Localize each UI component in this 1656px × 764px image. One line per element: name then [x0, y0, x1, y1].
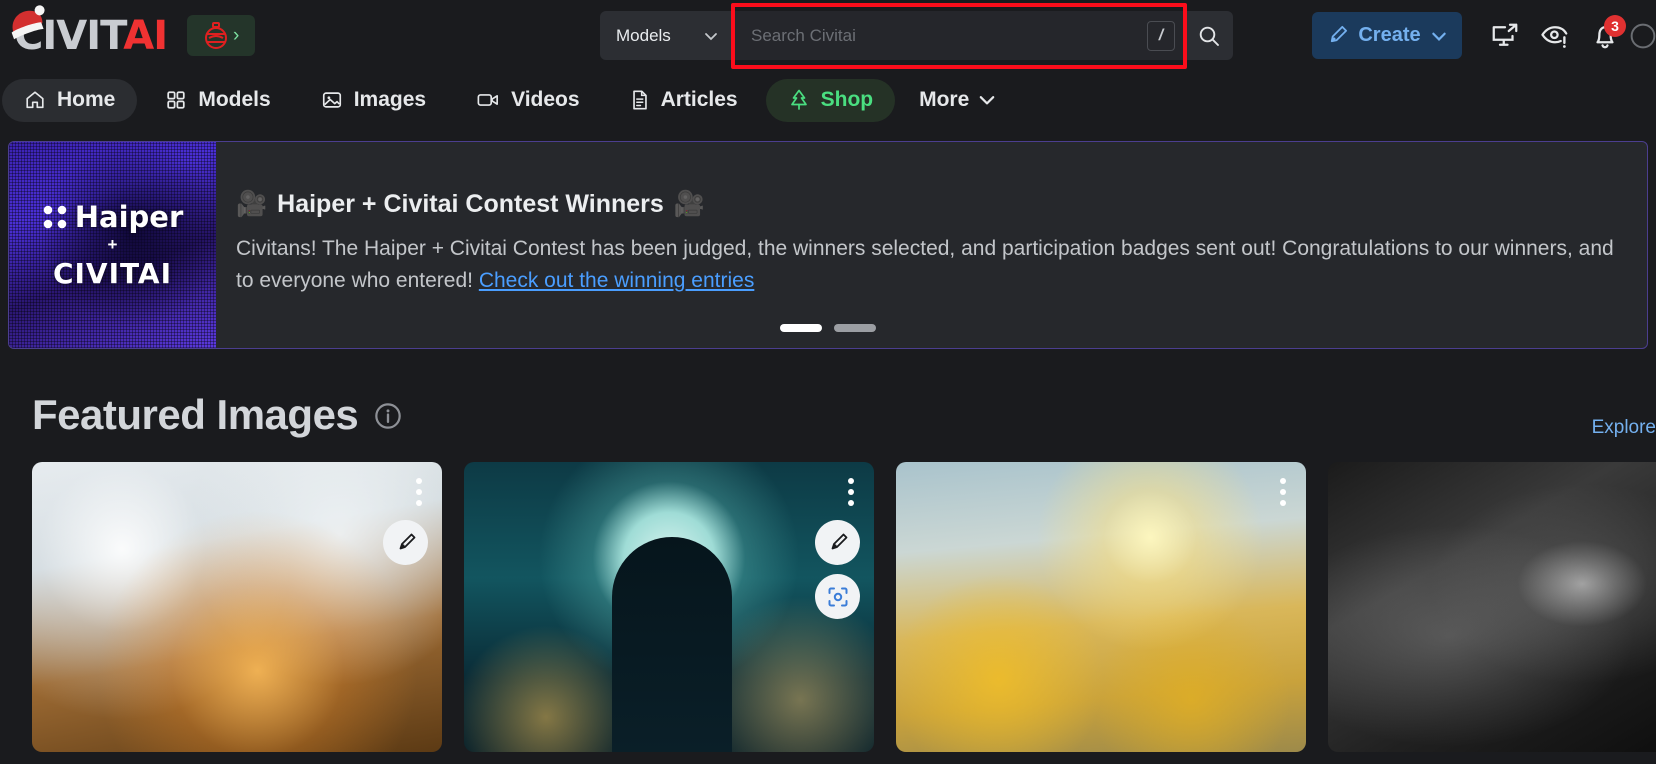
nav-item-home[interactable]: Home — [2, 78, 138, 122]
announcement-banner[interactable]: Haiper + CIVITAI 🎥 Haiper + Civitai Cont… — [8, 141, 1648, 349]
info-circle-icon[interactable] — [374, 402, 402, 435]
search-zone: Models / — [600, 11, 1233, 60]
christmas-ornament-button[interactable]: › — [187, 15, 256, 56]
christmas-ornament-icon — [204, 21, 227, 49]
carousel-dot-2[interactable] — [834, 324, 876, 332]
three-dots-icon[interactable] — [1280, 478, 1286, 506]
scan-frame-icon — [828, 587, 847, 606]
christmas-tree-icon — [790, 89, 807, 110]
banner-description-line2: to everyone who entered! — [236, 268, 479, 292]
paintbrush-icon — [399, 533, 415, 549]
search-shortcut-key: / — [1147, 20, 1175, 51]
chevron-right-icon: › — [232, 24, 240, 46]
nav-item-shop-label: Shop — [820, 88, 874, 111]
header-actions: Create 3 — [1312, 0, 1656, 71]
featured-images-header: Featured Images Explore — [32, 391, 1656, 439]
civitai-logo[interactable]: CIVITAI — [11, 4, 168, 59]
movie-camera-icon-right: 🎥 — [673, 190, 705, 218]
featured-image-card-3[interactable] — [896, 462, 1306, 752]
banner-thumb-brand-row: Haiper — [42, 200, 184, 234]
nav-item-articles[interactable]: Articles — [608, 79, 760, 122]
chevron-down-icon — [705, 32, 717, 40]
notification-badge: 3 — [1604, 14, 1626, 37]
chevron-down-icon — [979, 96, 995, 105]
user-avatar[interactable] — [1630, 11, 1656, 61]
nav-item-models[interactable]: Models — [143, 79, 292, 122]
logo-text-ai: AI — [123, 12, 168, 59]
remix-brush-button[interactable] — [383, 520, 428, 565]
search-category-label: Models — [616, 25, 671, 45]
image-icon — [322, 92, 341, 108]
nav-item-models-label: Models — [198, 88, 271, 111]
banner-cta-link[interactable]: Check out the winning entries — [479, 269, 755, 292]
nav-item-images-label: Images — [353, 88, 427, 111]
create-button[interactable]: Create — [1312, 12, 1462, 59]
banner-description-line1: Civitans! The Haiper + Civitai Contest h… — [236, 237, 1614, 260]
document-icon — [632, 90, 647, 110]
banner-carousel-dots — [9, 324, 1647, 332]
featured-images-grid — [0, 462, 1656, 752]
nav-item-shop[interactable]: Shop — [765, 78, 896, 122]
video-icon — [477, 94, 499, 106]
banner-thumb-plus: + — [107, 235, 118, 254]
screen-share-icon — [1492, 23, 1518, 46]
search-category-select[interactable]: Models — [600, 11, 733, 60]
nav-item-videos[interactable]: Videos — [454, 79, 601, 122]
search-submit-button[interactable] — [1185, 11, 1233, 60]
nav-item-more[interactable]: More — [901, 88, 1014, 112]
eye-alert-icon — [1541, 25, 1568, 48]
home-icon — [26, 91, 44, 109]
banner-title: Haiper + Civitai Contest Winners — [277, 190, 664, 218]
app-header: CIVITAI › Models / — [0, 0, 1656, 71]
screen-share-button[interactable] — [1480, 11, 1530, 61]
notifications-button[interactable]: 3 — [1580, 11, 1630, 61]
banner-thumb-partner: CIVITAI — [52, 257, 173, 290]
nav-item-articles-label: Articles — [660, 88, 738, 111]
search-input-wrapper[interactable]: / — [733, 11, 1185, 60]
banner-body: 🎥 Haiper + Civitai Contest Winners 🎥 Civ… — [216, 142, 1647, 348]
explore-images-link[interactable]: Explore — [1592, 417, 1656, 439]
create-button-label: Create — [1358, 24, 1421, 46]
featured-image-card-1[interactable] — [32, 462, 442, 752]
haiper-logo-icon — [43, 205, 67, 229]
page-title: Featured Images — [32, 391, 359, 438]
main-navigation: Home Models Images Videos Articles Shop … — [0, 71, 1656, 129]
banner-thumb-brand: Haiper — [74, 200, 184, 234]
nav-item-home-label: Home — [57, 88, 116, 111]
banner-description: Civitans! The Haiper + Civitai Contest h… — [236, 233, 1647, 297]
movie-camera-icon-left: 🎥 — [236, 190, 268, 218]
content-visibility-button[interactable] — [1530, 11, 1580, 61]
nav-item-more-label: More — [919, 88, 970, 111]
featured-image-card-4[interactable] — [1328, 462, 1656, 752]
paintbrush-icon — [1331, 25, 1348, 43]
search-input[interactable] — [751, 25, 1147, 46]
search-icon — [1199, 26, 1219, 46]
banner-title-row: 🎥 Haiper + Civitai Contest Winners 🎥 — [236, 190, 1647, 219]
chevron-down-icon — [1431, 32, 1446, 41]
three-dots-icon[interactable] — [848, 478, 854, 506]
image-scan-button[interactable] — [815, 574, 860, 619]
remix-brush-button[interactable] — [815, 520, 860, 565]
avatar-icon — [1630, 23, 1656, 48]
grid-icon — [167, 91, 186, 109]
carousel-dot-1[interactable] — [780, 324, 822, 332]
nav-item-videos-label: Videos — [511, 88, 580, 111]
three-dots-icon[interactable] — [416, 478, 422, 506]
banner-thumbnail: Haiper + CIVITAI — [9, 142, 216, 348]
paintbrush-icon — [831, 533, 847, 549]
featured-image-card-2[interactable] — [464, 462, 874, 752]
nav-item-images[interactable]: Images — [299, 79, 448, 122]
